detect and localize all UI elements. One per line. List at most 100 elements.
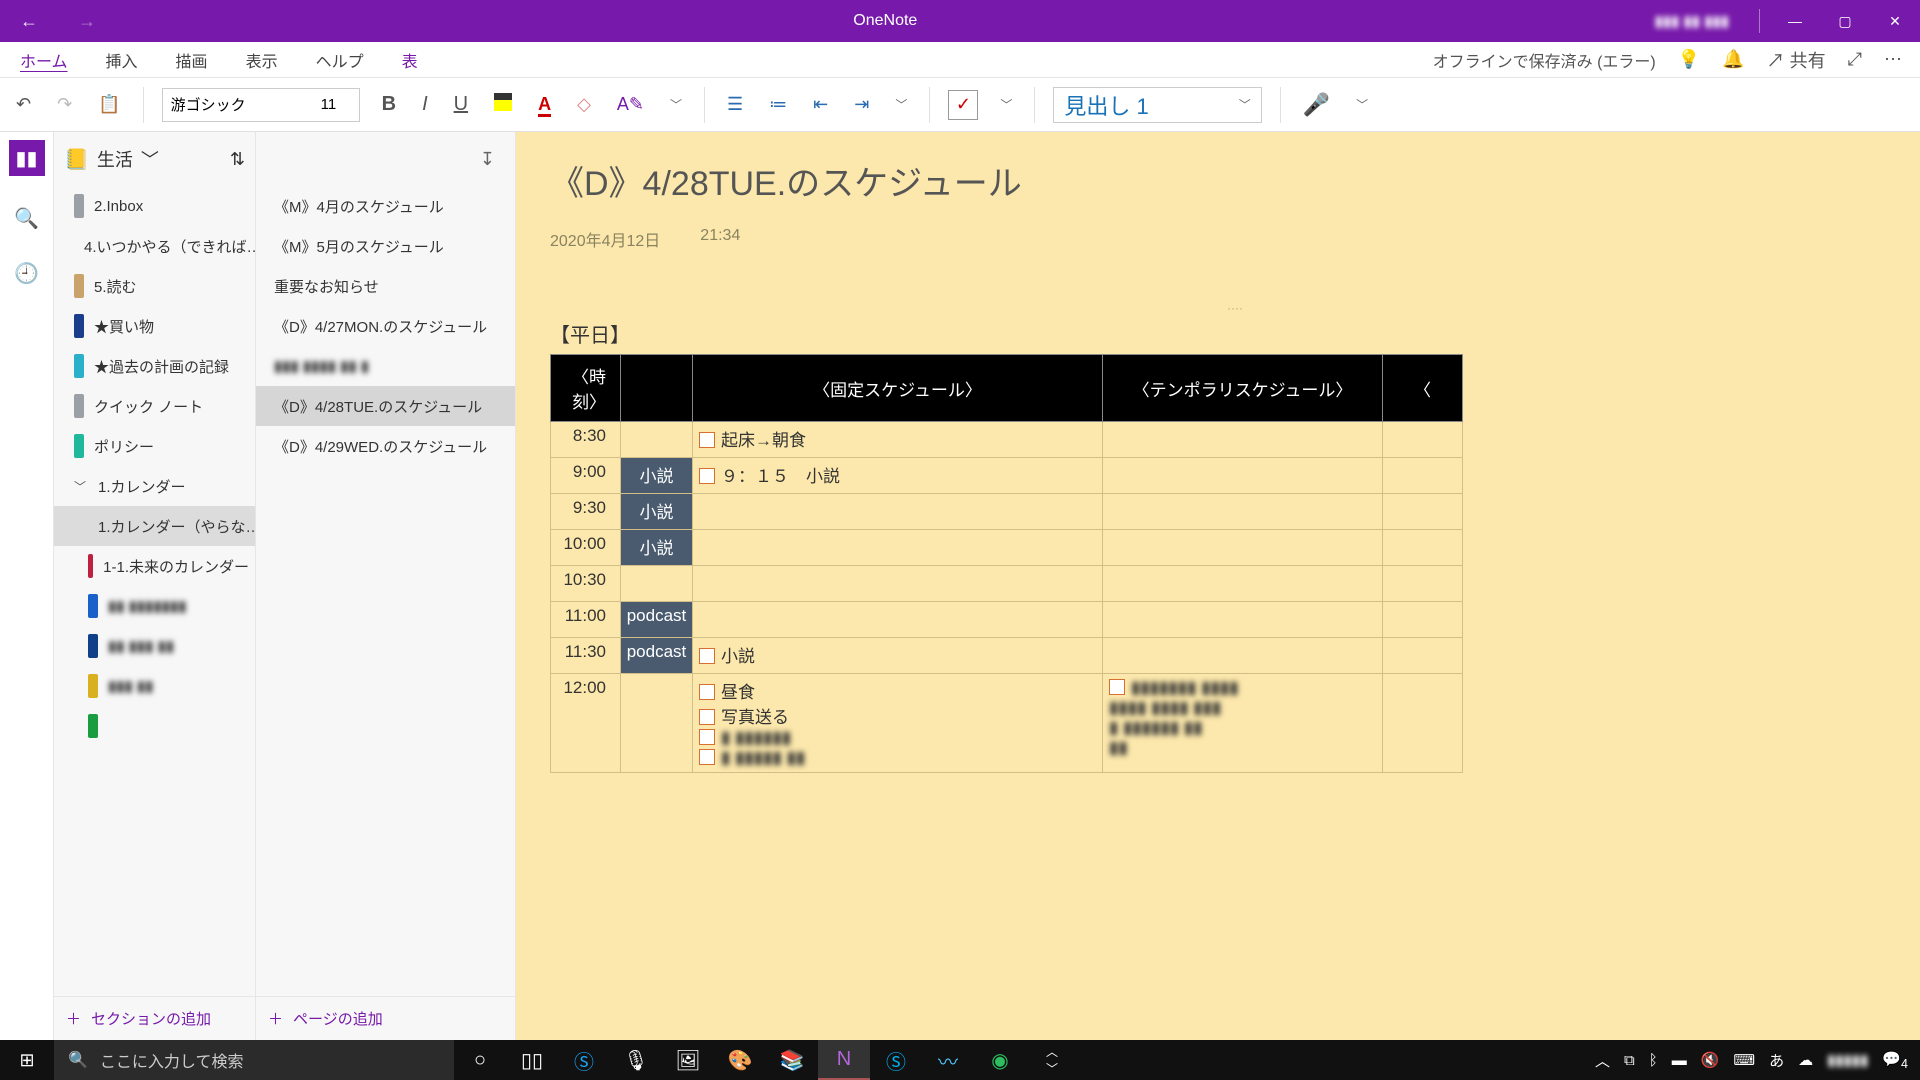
dictate-button[interactable]: 🎤 [1299,88,1334,122]
tray-expand-icon[interactable]: ︿﹀ [1026,1040,1078,1080]
taskview-icon[interactable]: ▯▯ [506,1040,558,1080]
page-item[interactable]: 重要なお知らせ [256,266,515,306]
volume-icon[interactable]: 🔇 [1701,1051,1720,1069]
section-item[interactable]: ポリシー [54,426,255,466]
page-sort-icon[interactable]: ↧ [480,149,495,170]
highlight-button[interactable] [490,89,516,120]
indent-button[interactable]: ⇥ [850,90,873,119]
section-item[interactable]: ▮▮ ▮▮▮▮▮▮▮ [54,586,255,626]
add-page-button[interactable]: ＋ ページの追加 [256,996,515,1040]
table-row[interactable]: 12:00昼食写真送る▮ ▮▮▮▮▮▮▮ ▮▮▮▮▮ ▮▮▮▮▮▮▮▮▮ ▮▮▮… [551,674,1463,773]
notebook-selector[interactable]: 📒 生活 ﹀ ⇅ [54,132,255,186]
heading-style-select[interactable]: 見出し 1﹀ [1053,87,1261,123]
checkbox[interactable] [699,729,715,745]
underline-button[interactable]: U [450,89,472,120]
start-button[interactable]: ⊞ [0,1050,54,1071]
cortana-icon[interactable]: ○ [454,1040,506,1080]
table-row[interactable]: 10:30 [551,566,1463,602]
bluetooth-icon[interactable]: ᛒ [1649,1052,1658,1069]
skype-icon[interactable]: Ⓢ [558,1040,610,1080]
page-item[interactable]: 《M》4月のスケジュール [256,186,515,226]
clock[interactable]: ▮▮▮▮▮ [1827,1051,1868,1069]
tab-home[interactable]: ホーム [18,45,70,75]
font-color-button[interactable]: A [534,90,555,119]
dropbox-icon[interactable]: ⧉ [1624,1052,1635,1069]
user-name[interactable]: ▮▮▮ ▮▮ ▮▮▮ [1655,12,1729,30]
section-item[interactable]: 1-1.未来のカレンダー [54,546,255,586]
checkbox[interactable] [699,684,715,700]
outdent-button[interactable]: ⇤ [809,90,832,119]
section-item[interactable] [54,706,255,746]
page-item[interactable]: 《D》4/27MON.のスケジュール [256,306,515,346]
table-row[interactable]: 8:30起床→朝食 [551,422,1463,458]
notifications-icon[interactable]: 🔔 [1722,49,1744,70]
more-icon[interactable]: ⋯ [1884,49,1902,70]
microphone-icon[interactable]: 🎙 [610,1040,662,1080]
section-heading[interactable]: 【平日】 [550,319,1920,348]
window-maximize-button[interactable]: ▢ [1820,0,1870,42]
schedule-table[interactable]: 〈時刻〉 〈固定スケジュール〉 〈テンポラリスケジュール〉 〈 8:30起床→朝… [550,354,1463,773]
tab-table[interactable]: 表 [400,45,420,75]
tab-insert[interactable]: 挿入 [104,45,140,75]
section-item[interactable]: ▮▮▮ ▮▮ [54,666,255,706]
clear-format-button[interactable]: ◇ [573,90,595,119]
section-item[interactable]: 4.いつかやる（できれば… [54,226,255,266]
numbered-list-button[interactable]: ≔ [765,90,791,119]
todo-tag-button[interactable]: ✓ [948,90,978,120]
section-item[interactable]: 2.Inbox [54,186,255,226]
page-item[interactable]: 《D》4/28TUE.のスケジュール [256,386,515,426]
section-item[interactable]: クイック ノート [54,386,255,426]
action-center-icon[interactable]: 💬4 [1882,1050,1908,1071]
font-more-button[interactable]: ﹀ [666,92,686,117]
photos-icon[interactable]: 🖼 [662,1040,714,1080]
window-close-button[interactable]: ✕ [1870,0,1920,42]
checkbox[interactable] [699,468,715,484]
page-item[interactable]: 《D》4/29WED.のスケジュール [256,426,515,466]
table-row[interactable]: 11:30podcast小説 [551,638,1463,674]
window-minimize-button[interactable]: — [1770,0,1820,42]
tell-me-icon[interactable]: 💡 [1678,49,1700,70]
table-row[interactable]: 11:00podcast [551,602,1463,638]
font-size-input[interactable] [313,89,359,121]
notebooks-icon[interactable]: ▮▮ [9,140,45,176]
table-row[interactable]: 9:00小説９：１５ 小説 [551,458,1463,494]
font-name-input[interactable] [163,89,313,121]
section-item[interactable]: 1.カレンダー（やらな… [54,506,255,546]
page-title[interactable]: 《D》4/28TUE.のスケジュール [550,156,1920,205]
paragraph-more-button[interactable]: ﹀ [891,92,911,117]
section-item[interactable]: ﹀1.カレンダー [54,466,255,506]
bullet-list-button[interactable]: ☰ [723,90,747,119]
checkbox[interactable] [699,648,715,664]
back-button[interactable]: ← [20,11,38,32]
section-item[interactable]: 5.読む [54,266,255,306]
undo-button[interactable]: ↶ [12,90,35,119]
tab-draw[interactable]: 描画 [174,45,210,75]
tab-help[interactable]: ヘルプ [314,45,366,75]
redo-button[interactable]: ↷ [53,90,76,119]
checkbox[interactable] [699,432,715,448]
tray-up-icon[interactable]: ︿ [1595,1050,1610,1071]
sort-icon[interactable]: ⇅ [230,149,245,170]
table-row[interactable]: 9:30小説 [551,494,1463,530]
note-canvas[interactable]: 《D》4/28TUE.のスケジュール 2020年4月12日 21:34 ····… [516,132,1920,1040]
section-item[interactable]: ★過去の計画の記録 [54,346,255,386]
dictate-more-button[interactable]: ﹀ [1352,92,1372,117]
evernote-icon[interactable]: ◉ [974,1040,1026,1080]
italic-button[interactable]: I [418,89,432,120]
app-blue-icon[interactable]: 〰 [922,1040,974,1080]
table-row[interactable]: 10:00小説 [551,530,1463,566]
checkbox[interactable] [1109,679,1125,695]
page-item[interactable]: ▮▮▮ ▮▮▮▮ ▮▮ ▮ [256,346,515,386]
checkbox[interactable] [699,749,715,765]
tag-more-button[interactable]: ﹀ [996,92,1016,117]
recent-icon[interactable]: 🕘 [14,261,39,286]
weather-icon[interactable]: ☁ [1798,1051,1813,1069]
clipboard-icon[interactable]: 📋 [94,90,124,119]
fullscreen-icon[interactable]: ⤢ [1848,49,1862,70]
skype2-icon[interactable]: Ⓢ [870,1040,922,1080]
taskbar-search[interactable]: 🔍 ここに入力して検索 [54,1040,454,1080]
books-icon[interactable]: 📚 [766,1040,818,1080]
format-painter-button[interactable]: A✎ [613,90,648,119]
search-icon[interactable]: 🔍 [14,206,39,231]
section-item[interactable]: ▮▮ ▮▮▮ ▮▮ [54,626,255,666]
